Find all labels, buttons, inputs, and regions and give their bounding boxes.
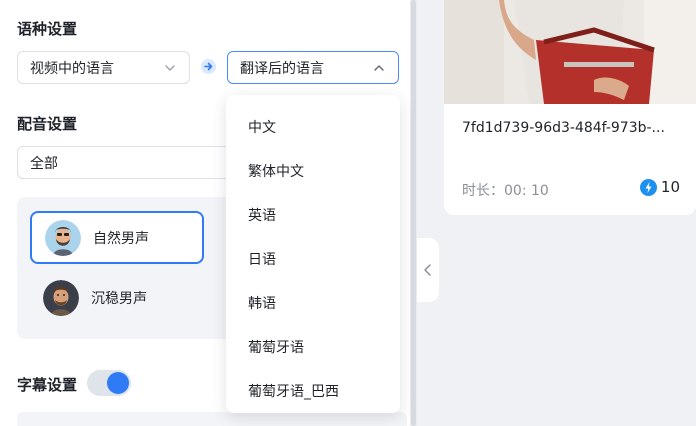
credits-badge: 10: [639, 178, 680, 196]
language-option-portuguese[interactable]: 葡萄牙语: [226, 325, 400, 369]
arrow-right-icon: [201, 59, 216, 74]
subtitle-settings-title: 字幕设置: [17, 376, 78, 394]
chevron-down-icon: [165, 65, 175, 71]
toggle-knob: [107, 372, 129, 394]
target-language-value: 翻译后的语言: [240, 60, 324, 77]
source-language-value: 视频中的语言: [30, 60, 114, 77]
subtitle-options-box: [17, 412, 407, 426]
voice-filter-select[interactable]: 全部: [17, 146, 257, 179]
subtitle-toggle[interactable]: [87, 370, 131, 396]
target-language-dropdown: 中文 繁体中文 英语 日语 韩语 葡萄牙语 葡萄牙语_巴西: [226, 95, 400, 413]
language-option-korean[interactable]: 韩语: [226, 281, 400, 325]
language-option-traditional-chinese[interactable]: 繁体中文: [226, 149, 400, 193]
chevron-left-icon: [424, 264, 431, 276]
video-duration: 时长：00: 10: [462, 183, 549, 199]
target-language-select[interactable]: 翻译后的语言: [227, 51, 399, 84]
language-option-english[interactable]: 英语: [226, 193, 400, 237]
voice-option-natural-male[interactable]: 自然男声: [30, 211, 204, 264]
voice-label: 自然男声: [93, 230, 149, 247]
language-option-chinese[interactable]: 中文: [226, 105, 400, 149]
video-card[interactable]: 7fd1d739-96d3-484f-973b-... 时长：00: 10 10: [444, 0, 696, 215]
voice-option-steady-male[interactable]: 沉稳男声: [30, 271, 204, 324]
chevron-up-icon: [374, 65, 384, 71]
avatar: [43, 279, 79, 316]
credits-value: 10: [660, 178, 680, 196]
scrollbar-thumb[interactable]: [411, 0, 416, 426]
lightning-icon: [639, 178, 657, 196]
voice-filter-value: 全部: [30, 155, 58, 172]
voice-list: 自然男声 沉稳男声: [17, 197, 247, 339]
avatar: [45, 219, 81, 256]
video-name: 7fd1d739-96d3-484f-973b-...: [462, 120, 665, 136]
scrollbar[interactable]: [410, 0, 417, 426]
language-option-portuguese-brazil[interactable]: 葡萄牙语_巴西: [226, 369, 400, 413]
dubbing-settings-title: 配音设置: [17, 115, 78, 133]
language-settings-title: 语种设置: [17, 20, 78, 38]
voice-label: 沉稳男声: [91, 290, 147, 307]
collapse-panel-button[interactable]: [417, 238, 439, 302]
video-thumbnail: [444, 0, 696, 104]
source-language-select[interactable]: 视频中的语言: [17, 51, 190, 84]
language-option-japanese[interactable]: 日语: [226, 237, 400, 281]
